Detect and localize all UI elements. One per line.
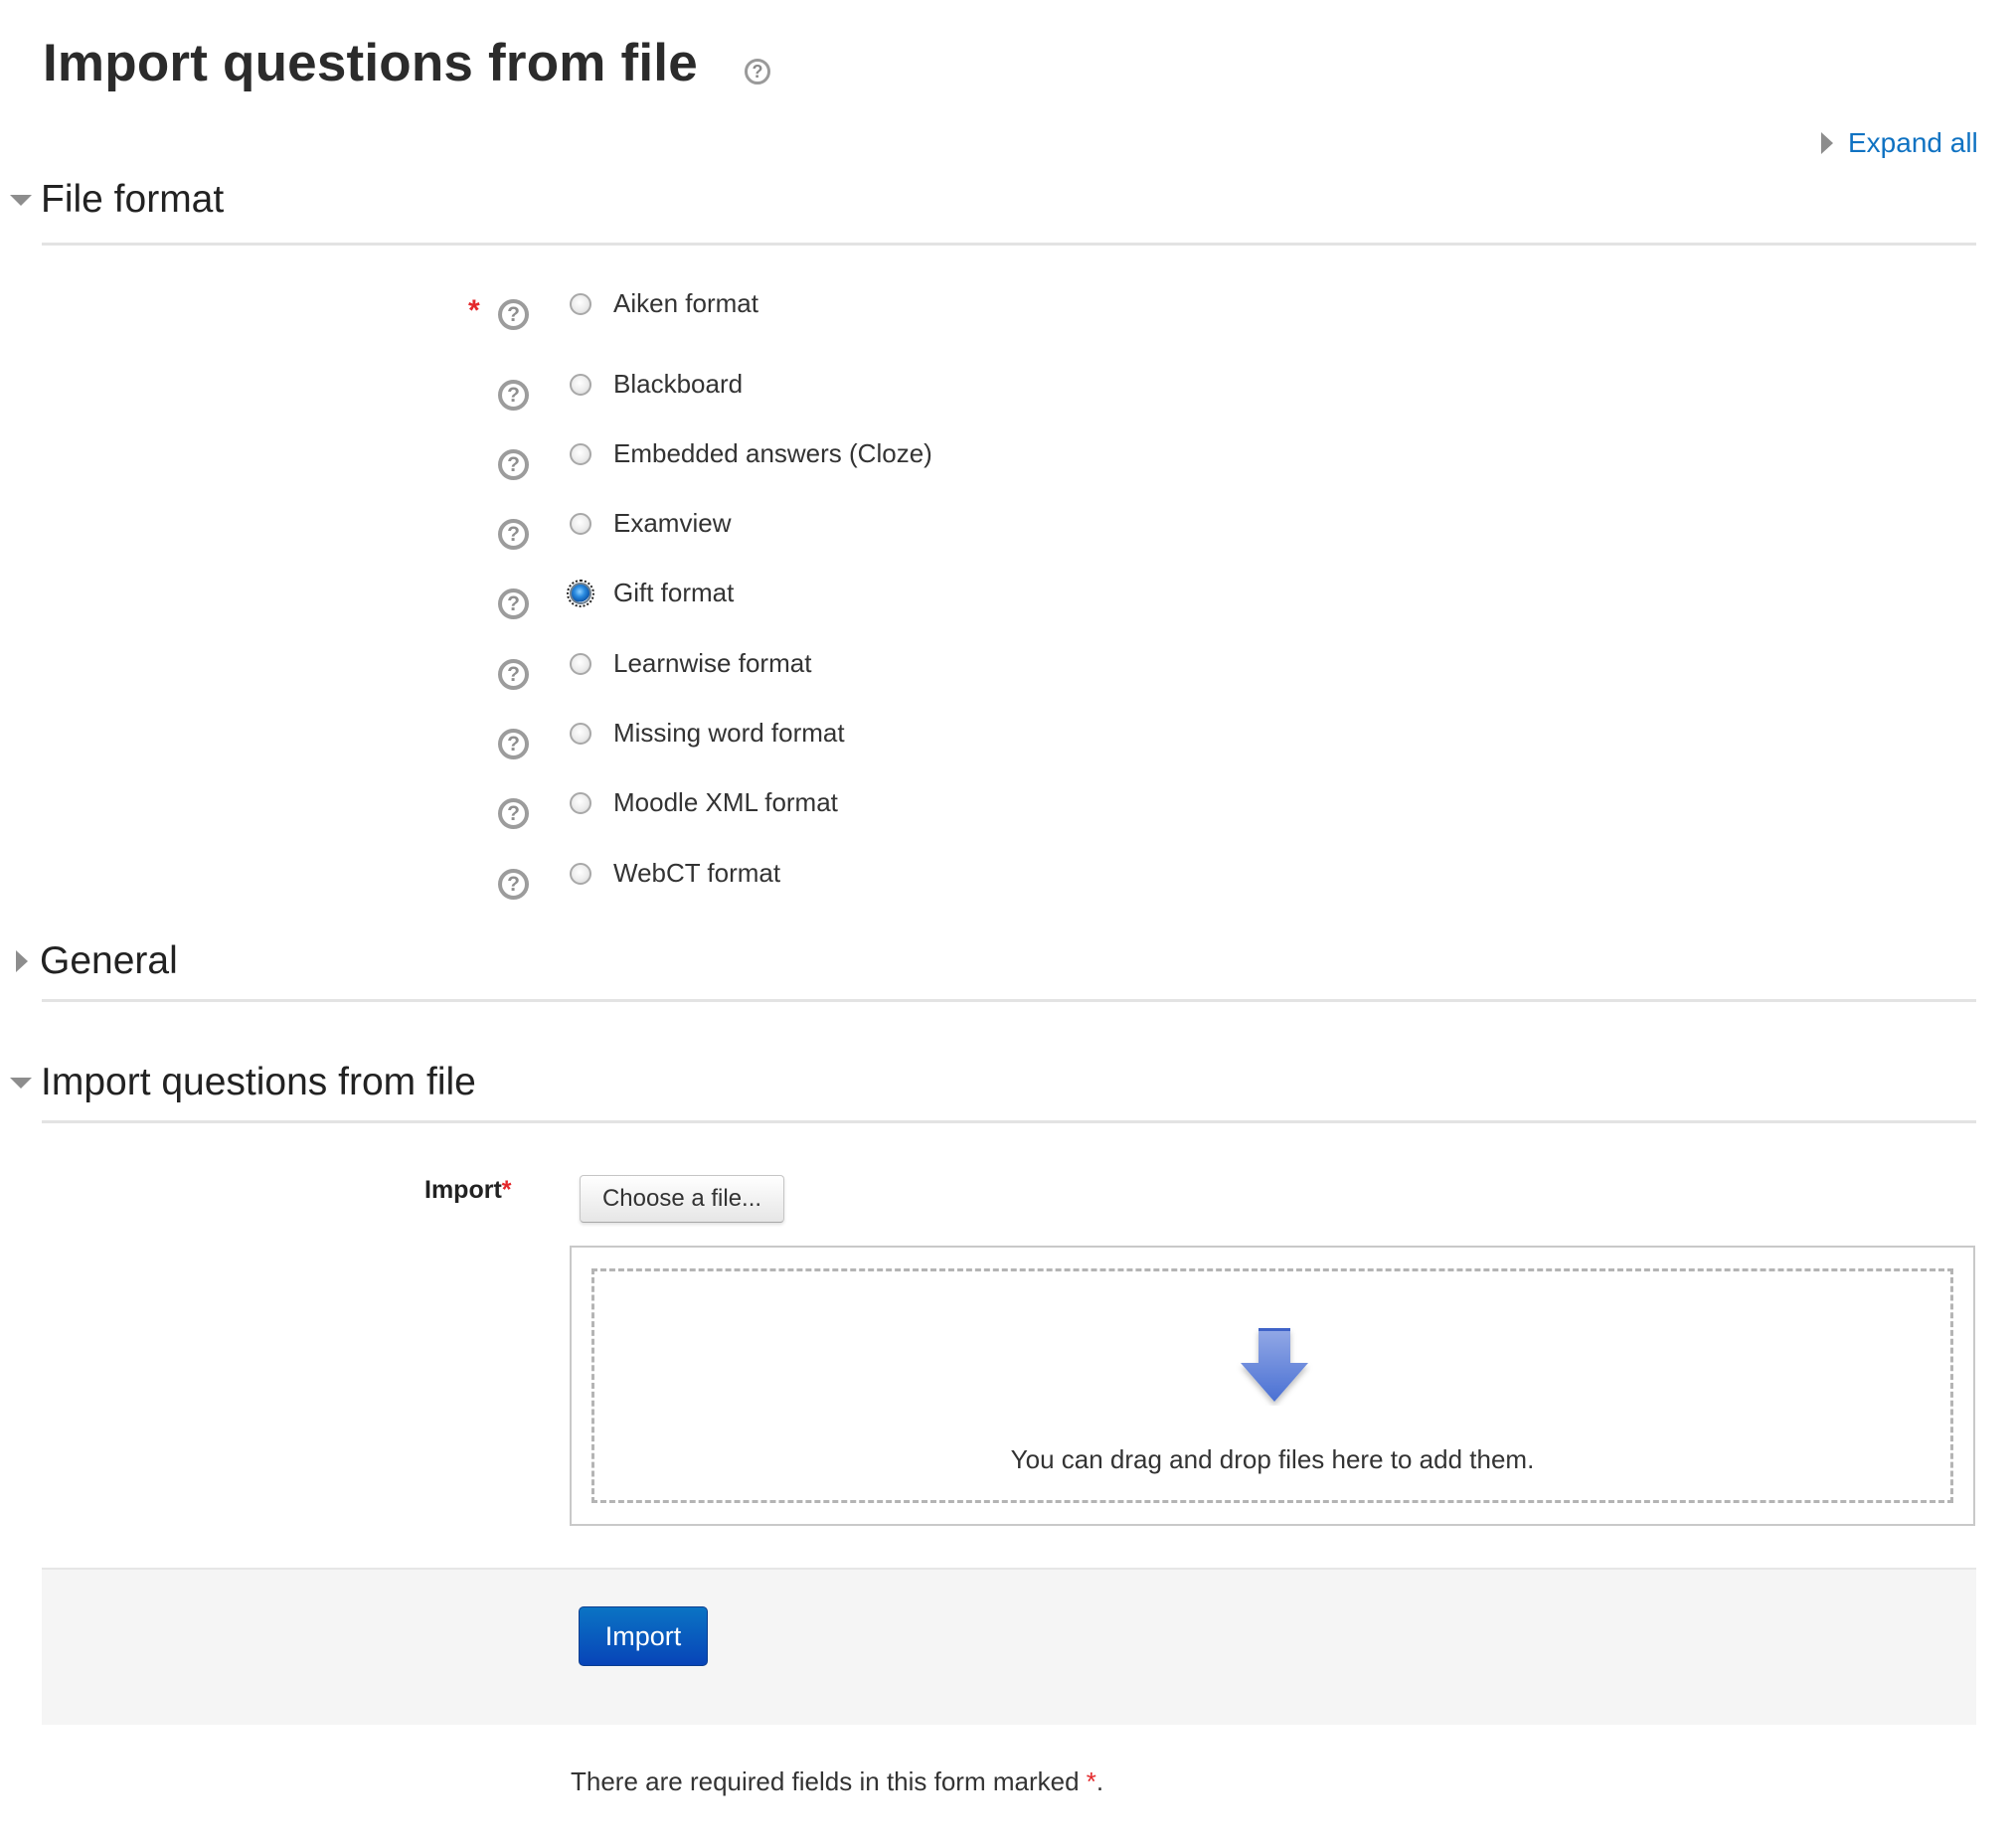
section-divider	[42, 1120, 1976, 1123]
radio-label[interactable]: Aiken format	[613, 287, 758, 319]
section-header-general[interactable]: General	[10, 938, 178, 984]
section-divider	[42, 243, 1976, 246]
radio-label[interactable]: Examview	[613, 507, 731, 539]
page-title: Import questions from file	[43, 34, 698, 93]
radio-webct-format[interactable]	[570, 863, 591, 885]
section-divider	[42, 999, 1976, 1002]
import-label-text: Import	[424, 1176, 502, 1204]
required-icon: *	[468, 294, 480, 327]
radio-label[interactable]: Moodle XML format	[613, 786, 838, 818]
required-note-text: There are required fields in this form m…	[571, 1766, 1087, 1796]
help-icon[interactable]: ?	[745, 59, 770, 84]
help-icon[interactable]: ?	[498, 449, 529, 480]
radio-embedded-answers-cloze[interactable]	[570, 443, 591, 465]
radio-missing-word-format[interactable]	[570, 723, 591, 745]
required-icon: *	[1086, 1766, 1096, 1796]
section-header-import-file[interactable]: Import questions from file	[10, 1060, 476, 1105]
help-icon[interactable]: ?	[498, 869, 529, 900]
required-note-suffix: .	[1095, 1766, 1104, 1796]
chevron-down-icon	[10, 194, 32, 206]
radio-blackboard[interactable]	[570, 374, 591, 396]
expand-all-link[interactable]: Expand all	[1821, 127, 1978, 159]
radio-label[interactable]: Embedded answers (Cloze)	[613, 437, 932, 469]
required-fields-note: There are required fields in this form m…	[571, 1766, 1103, 1797]
section-title: Import questions from file	[41, 1061, 476, 1103]
section-header-file-format[interactable]: File format	[10, 177, 224, 223]
section-title: General	[40, 939, 178, 982]
chevron-right-icon	[16, 950, 28, 972]
radio-label[interactable]: WebCT format	[613, 857, 780, 889]
required-icon: *	[501, 1176, 512, 1204]
radio-label[interactable]: Gift format	[613, 577, 734, 608]
radio-gift-format[interactable]	[567, 580, 594, 607]
help-icon[interactable]: ?	[498, 588, 529, 619]
drop-zone-hint: You can drag and drop files here to add …	[1010, 1444, 1535, 1474]
import-field-label: Import*	[424, 1176, 512, 1205]
import-submit-button[interactable]: Import	[579, 1606, 708, 1666]
help-icon[interactable]: ?	[498, 798, 529, 829]
radio-learnwise-format[interactable]	[570, 653, 591, 675]
form-actions-bar	[42, 1568, 1976, 1725]
radio-aiken-format[interactable]	[570, 293, 591, 315]
radio-examview[interactable]	[570, 513, 591, 535]
chevron-down-icon	[10, 1077, 32, 1089]
page-title-text: Import questions from file	[43, 34, 698, 92]
radio-label[interactable]: Blackboard	[613, 368, 743, 400]
help-icon[interactable]: ?	[498, 299, 529, 330]
radio-label[interactable]: Learnwise format	[613, 647, 811, 679]
chevron-right-icon	[1821, 132, 1833, 154]
help-icon[interactable]: ?	[498, 519, 529, 550]
arrow-down-icon	[1241, 1328, 1308, 1402]
help-icon[interactable]: ?	[498, 380, 529, 411]
radio-label[interactable]: Missing word format	[613, 717, 845, 749]
choose-file-button[interactable]: Choose a file...	[580, 1175, 784, 1223]
section-title: File format	[41, 178, 225, 221]
help-icon[interactable]: ?	[498, 659, 529, 690]
help-icon[interactable]: ?	[498, 729, 529, 759]
radio-moodle-xml-format[interactable]	[570, 792, 591, 814]
expand-all-label[interactable]: Expand all	[1848, 127, 1978, 159]
